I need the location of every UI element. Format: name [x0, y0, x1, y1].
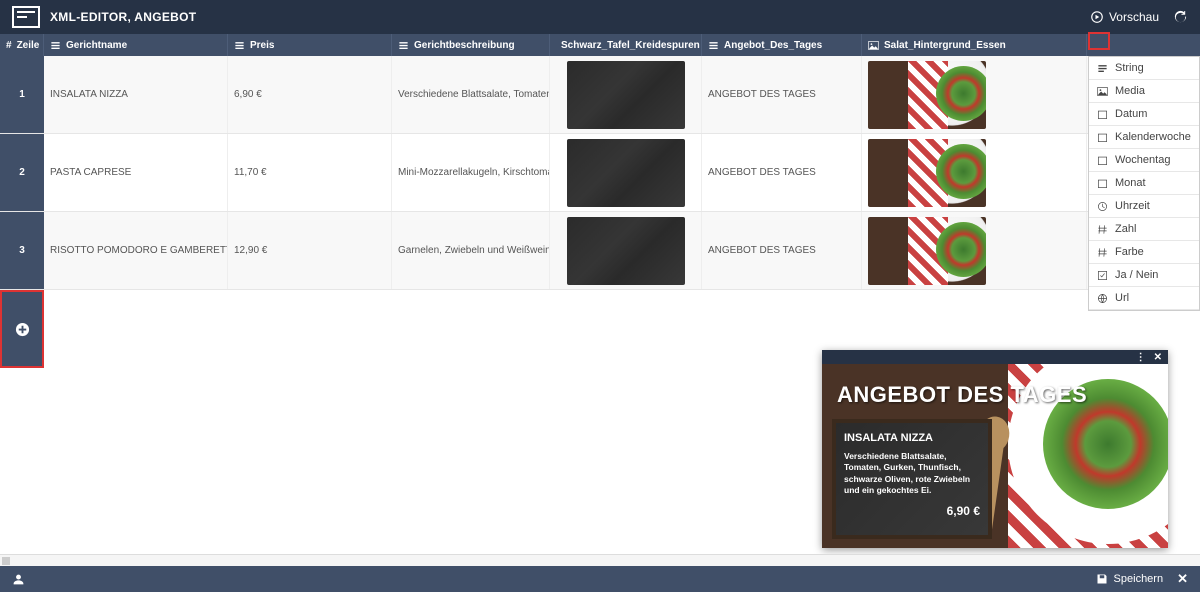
row-number[interactable]: 3	[0, 212, 44, 289]
row-number[interactable]: 1	[0, 56, 44, 133]
col-preis[interactable]: Preis	[228, 34, 392, 56]
dropdown-item-datum[interactable]: Datum	[1089, 103, 1199, 126]
chalkboard-thumb	[567, 217, 685, 285]
preview-chalkboard: INSALATA NIZZA Verschiedene Blattsalate,…	[832, 419, 992, 539]
cell-preis[interactable]: 12,90 €	[228, 212, 392, 289]
cell-angebot[interactable]: ANGEBOT DES TAGES	[702, 134, 862, 211]
preview-headline: ANGEBOT DES TAGES	[837, 382, 1087, 408]
preview-button-label: Vorschau	[1109, 10, 1159, 24]
dropdown-item-farbe[interactable]: Farbe	[1089, 241, 1199, 264]
dropdown-item-string[interactable]: String	[1089, 57, 1199, 80]
check-icon	[1097, 270, 1108, 281]
col-zeile[interactable]: #Zeile	[0, 34, 44, 56]
hash-icon	[1097, 247, 1108, 258]
col-angebot[interactable]: Angebot_Des_Tages	[702, 34, 862, 56]
app-logo-icon	[12, 6, 40, 28]
cell-beschreibung[interactable]: Garnelen, Zwiebeln und Weißwein in Tor	[392, 212, 550, 289]
cell-chalkboard-image[interactable]	[550, 56, 702, 133]
dropdown-item-uhrzeit[interactable]: Uhrzeit	[1089, 195, 1199, 218]
globe-icon	[1097, 293, 1108, 304]
cell-preis[interactable]: 6,90 €	[228, 56, 392, 133]
hash-icon	[1097, 224, 1108, 235]
add-row-button[interactable]	[0, 290, 44, 368]
cell-preis[interactable]: 11,70 €	[228, 134, 392, 211]
close-icon[interactable]: ✕	[1177, 571, 1188, 587]
preview-close-icon[interactable]: ✕	[1154, 352, 1162, 363]
text-icon	[1097, 63, 1108, 74]
user-icon[interactable]	[12, 573, 25, 586]
table-row: 1 INSALATA NIZZA 6,90 € Verschiedene Bla…	[0, 56, 1200, 134]
horizontal-scrollbar[interactable]	[0, 554, 1200, 566]
salad-thumb	[868, 217, 986, 285]
dropdown-item-monat[interactable]: Monat	[1089, 172, 1199, 195]
table-header: #Zeile Gerichtname Preis Gerichtbeschrei…	[0, 34, 1200, 56]
row-number[interactable]: 2	[0, 134, 44, 211]
save-button[interactable]: Speichern	[1096, 573, 1164, 585]
dropdown-item-zahl[interactable]: Zahl	[1089, 218, 1199, 241]
list-icon	[398, 40, 409, 51]
image-icon	[1097, 86, 1108, 97]
cell-beschreibung[interactable]: Mini-Mozzarellakugeln, Kirschtomaten, P	[392, 134, 550, 211]
col-gerichtname[interactable]: Gerichtname	[44, 34, 228, 56]
dropdown-item-url[interactable]: Url	[1089, 287, 1199, 310]
preview-menu-icon[interactable]: ⋮	[1136, 352, 1146, 363]
dropdown-item-kalenderwoche[interactable]: Kalenderwoche	[1089, 126, 1199, 149]
calendar-icon	[1097, 132, 1108, 143]
table-body: 1 INSALATA NIZZA 6,90 € Verschiedene Bla…	[0, 56, 1200, 368]
cell-chalkboard-image[interactable]	[550, 134, 702, 211]
cell-gerichtname[interactable]: INSALATA NIZZA	[44, 56, 228, 133]
salad-thumb	[868, 139, 986, 207]
cell-gerichtname[interactable]: RISOTTO POMODORO E GAMBERETTI	[44, 212, 228, 289]
calendar-icon	[1097, 178, 1108, 189]
table-row: 3 RISOTTO POMODORO E GAMBERETTI 12,90 € …	[0, 212, 1200, 290]
column-type-dropdown: String Media Datum Kalenderwoche Wochent…	[1088, 56, 1200, 311]
plus-circle-icon	[15, 322, 30, 337]
preview-titlebar: ⋮ ✕	[822, 350, 1168, 364]
save-button-label: Speichern	[1114, 573, 1164, 585]
chalkboard-thumb	[567, 61, 685, 129]
cell-salad-image[interactable]	[862, 56, 1087, 133]
col-schwarz-tafel[interactable]: Schwarz_Tafel_Kreidespuren	[550, 34, 702, 56]
play-icon	[1091, 11, 1103, 23]
save-icon	[1096, 573, 1108, 585]
calendar-icon	[1097, 155, 1108, 166]
add-column-button[interactable]	[1088, 32, 1110, 50]
cell-angebot[interactable]: ANGEBOT DES TAGES	[702, 56, 862, 133]
calendar-icon	[1097, 109, 1108, 120]
app-title: XML-EDITOR, ANGEBOT	[50, 10, 196, 24]
col-salat-hintergrund[interactable]: Salat_Hintergrund_Essen	[862, 34, 1087, 56]
salad-thumb	[868, 61, 986, 129]
bottombar: Speichern ✕	[0, 566, 1200, 592]
topbar: XML-EDITOR, ANGEBOT Vorschau	[0, 0, 1200, 34]
chalkboard-thumb	[567, 139, 685, 207]
list-icon	[708, 40, 719, 51]
preview-button[interactable]: Vorschau	[1091, 10, 1159, 24]
preview-panel: ⋮ ✕ ANGEBOT DES TAGES INSALATA NIZZA Ver…	[822, 350, 1168, 548]
preview-dish-price: 6,90 €	[844, 503, 980, 519]
cell-salad-image[interactable]	[862, 212, 1087, 289]
cell-chalkboard-image[interactable]	[550, 212, 702, 289]
list-icon	[234, 40, 245, 51]
cell-gerichtname[interactable]: PASTA CAPRESE	[44, 134, 228, 211]
preview-dish-desc: Verschiedene Blattsalate, Tomaten, Gurke…	[844, 451, 980, 497]
list-icon	[50, 40, 61, 51]
col-gerichtbeschreibung[interactable]: Gerichtbeschreibung	[392, 34, 550, 56]
clock-icon	[1097, 201, 1108, 212]
preview-dish-name: INSALATA NIZZA	[844, 431, 980, 446]
dropdown-item-janein[interactable]: Ja / Nein	[1089, 264, 1199, 287]
cell-beschreibung[interactable]: Verschiedene Blattsalate, Tomaten, Gurk	[392, 56, 550, 133]
cell-angebot[interactable]: ANGEBOT DES TAGES	[702, 212, 862, 289]
reload-icon[interactable]	[1173, 10, 1188, 25]
table-row: 2 PASTA CAPRESE 11,70 € Mini-Mozzarellak…	[0, 134, 1200, 212]
image-icon	[868, 40, 879, 51]
dropdown-item-wochentag[interactable]: Wochentag	[1089, 149, 1199, 172]
dropdown-item-media[interactable]: Media	[1089, 80, 1199, 103]
cell-salad-image[interactable]	[862, 134, 1087, 211]
